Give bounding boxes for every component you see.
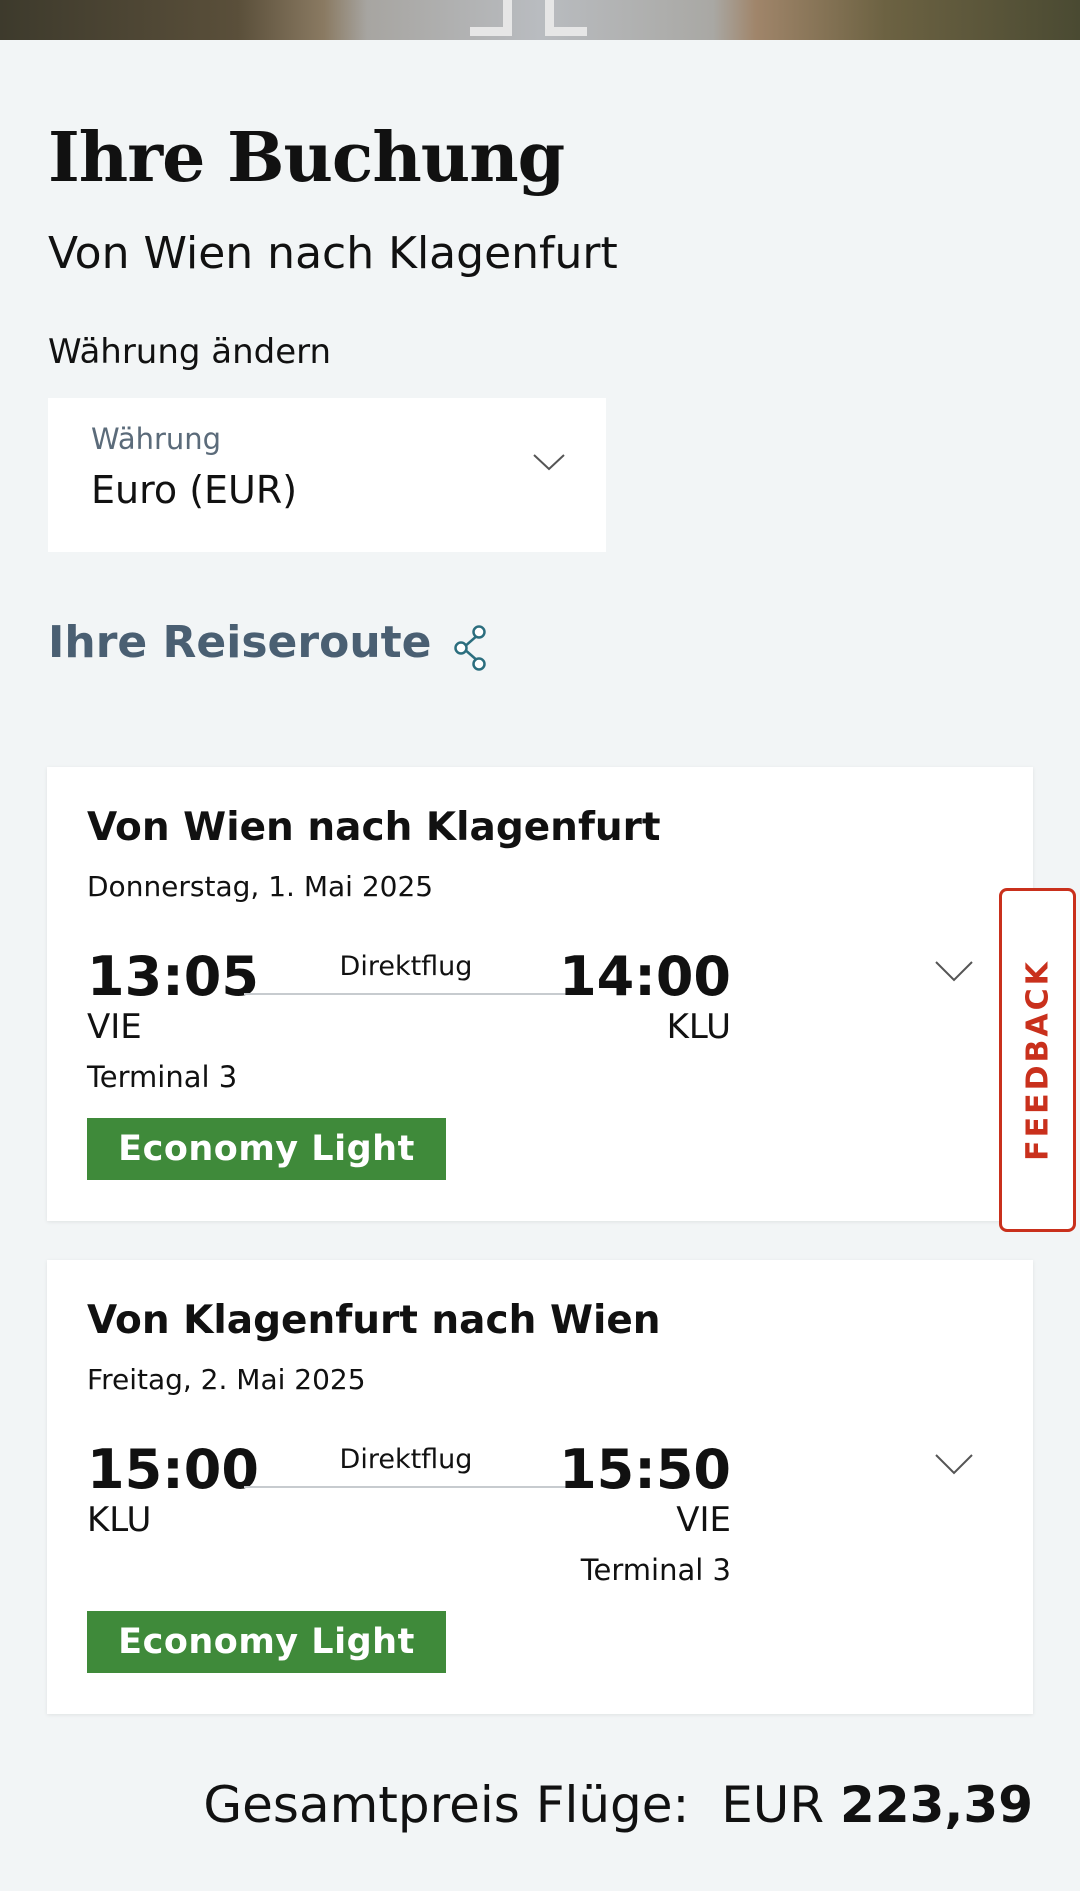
page-title: Ihre Buchung bbox=[48, 118, 565, 198]
chevron-down-icon bbox=[533, 454, 565, 471]
page-subtitle: Von Wien nach Klagenfurt bbox=[48, 228, 618, 279]
connection-type: Direktflug bbox=[339, 1444, 473, 1475]
departure-terminal: Terminal 3 bbox=[87, 1060, 238, 1094]
connection-type: Direktflug bbox=[339, 951, 473, 982]
arrival-airport-code: KLU bbox=[666, 1007, 731, 1047]
hero-image bbox=[0, 0, 1080, 40]
departure-airport-code: VIE bbox=[87, 1007, 142, 1047]
flight-connection-line bbox=[244, 993, 568, 995]
currency-section-label: Währung ändern bbox=[48, 332, 332, 372]
total-price-amount: 223,39 bbox=[840, 1776, 1033, 1834]
currency-select[interactable]: Währung Euro (EUR) bbox=[48, 398, 606, 552]
itinerary-heading: Ihre Reiseroute bbox=[48, 617, 432, 668]
currency-select-label: Währung bbox=[91, 422, 222, 456]
share-icon[interactable] bbox=[452, 623, 492, 673]
runway-marking bbox=[470, 0, 512, 36]
flight-card: Von Wien nach Klagenfurt Donnerstag, 1. … bbox=[47, 767, 1033, 1221]
fare-badge: Economy Light bbox=[87, 1118, 446, 1180]
arrival-terminal: Terminal 3 bbox=[580, 1553, 731, 1587]
departure-time: 15:00 bbox=[87, 1438, 259, 1501]
total-price-currency: EUR bbox=[721, 1776, 825, 1834]
arrival-airport-code: VIE bbox=[676, 1500, 731, 1540]
flight-card: Von Klagenfurt nach Wien Freitag, 2. Mai… bbox=[47, 1260, 1033, 1714]
departure-airport-code: KLU bbox=[87, 1500, 152, 1540]
total-price-label: Gesamtpreis Flüge: bbox=[203, 1776, 690, 1834]
total-price: Gesamtpreis Flüge: EUR 223,39 bbox=[203, 1776, 1033, 1834]
departure-time: 13:05 bbox=[87, 945, 259, 1008]
arrival-time: 14:00 bbox=[559, 945, 731, 1008]
feedback-button[interactable]: FEEDBACK bbox=[999, 888, 1076, 1232]
flight-route-title: Von Klagenfurt nach Wien bbox=[87, 1298, 661, 1343]
currency-select-value: Euro (EUR) bbox=[91, 468, 298, 512]
runway-marking bbox=[545, 0, 587, 36]
flight-route-title: Von Wien nach Klagenfurt bbox=[87, 805, 661, 850]
feedback-label: FEEDBACK bbox=[1020, 959, 1055, 1161]
flight-connection-line bbox=[244, 1486, 568, 1488]
arrival-time: 15:50 bbox=[559, 1438, 731, 1501]
flight-date: Donnerstag, 1. Mai 2025 bbox=[87, 870, 434, 903]
fare-badge: Economy Light bbox=[87, 1611, 446, 1673]
chevron-down-icon[interactable] bbox=[934, 1452, 974, 1476]
chevron-down-icon[interactable] bbox=[934, 959, 974, 983]
flight-date: Freitag, 2. Mai 2025 bbox=[87, 1363, 366, 1396]
